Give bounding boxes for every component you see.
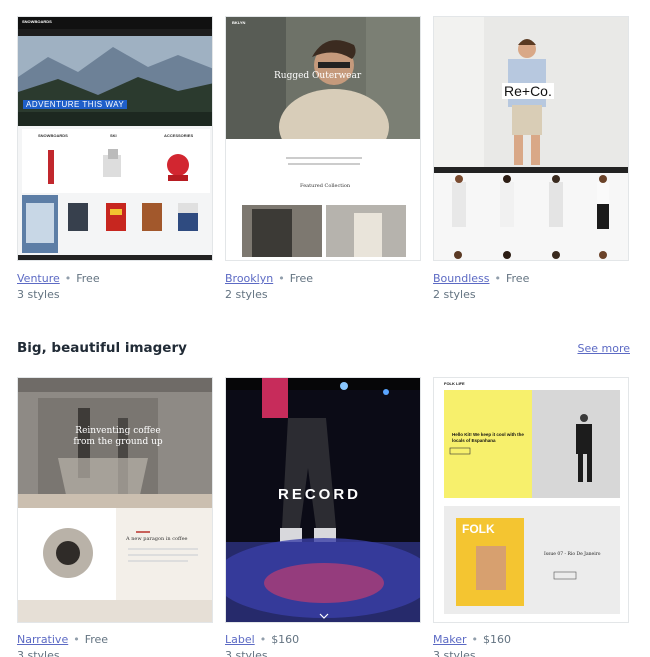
maker-price: $160 [483,633,511,646]
brooklyn-title-line: Brooklyn • Free [225,272,313,286]
venture-hero-text: ADVENTURE THIS WAY [23,100,128,109]
label-styles: 3 styles [225,649,268,657]
separator-dot: • [278,272,285,285]
brooklyn-styles: 2 styles [225,288,268,301]
maker-magazine: FOLK [462,522,495,536]
venture-category-2: SKI [110,133,117,138]
separator-dot: • [73,633,80,646]
narrative-title-line: Narrative • Free [17,633,108,647]
brooklyn-section-text: Featured Collection [300,183,351,189]
venture-brand: SNOWBOARDS [22,19,52,24]
label-price: $160 [271,633,300,646]
narrative-price: Free [84,633,109,646]
narrative-styles: 3 styles [17,649,60,657]
brooklyn-hero-text: Rugged Outerwear [274,71,362,81]
brooklyn-price: Free [289,272,314,285]
maker-headline: Hello Kit! We keep it cool with the loca… [452,432,524,443]
narrative-hero-text: Reinventing coffee from the ground up [73,426,163,447]
maker-issue-text: Issue 07 - Rio De Janeiro [544,552,601,557]
brooklyn-link[interactable]: Brooklyn [225,272,273,285]
separator-dot: • [64,272,72,285]
venture-styles: 3 styles [17,288,60,301]
boundless-styles: 2 styles [433,288,476,301]
separator-dot: • [259,633,267,646]
narrative-link[interactable]: Narrative [17,633,68,646]
venture-price: Free [76,272,100,285]
separator-dot: • [494,272,502,285]
venture-preview-image[interactable]: SNOWBOARDS ADVENTURE THIS WAY SNOWBOARDS… [17,16,213,261]
brooklyn-brand: BKLYN [232,20,246,25]
boundless-title-line: Boundless • Free [433,272,529,286]
venture-category-1: SNOWBOARDS [38,133,68,138]
narrative-sub-text: A new paragon in coffee [126,536,188,542]
maker-preview-image[interactable]: FOLK LIFE Hello Kit! We keep it cool wit… [433,377,629,623]
maker-link[interactable]: Maker [433,633,467,646]
boundless-logo: Re+Co. [502,83,554,99]
maker-styles: 3 styles [433,649,476,657]
narrative-preview-image[interactable]: Reinventing coffee from the ground up A … [17,377,213,623]
boundless-price: Free [506,272,530,285]
venture-category-3: ACCESSORIES [164,133,194,138]
separator-dot: • [471,633,479,646]
brooklyn-preview-image[interactable]: BKLYN Rugged Outerwear Featured Collecti… [225,16,421,261]
label-title-line: Label • $160 [225,633,299,647]
venture-title-line: Venture • Free [17,272,100,286]
see-more-link[interactable]: See more [577,342,630,355]
section-title: Big, beautiful imagery [17,340,187,356]
venture-link[interactable]: Venture [17,272,60,285]
label-link[interactable]: Label [225,633,255,646]
boundless-link[interactable]: Boundless [433,272,490,285]
label-preview-image[interactable]: RECORD [225,377,421,623]
maker-brand: FOLK LIFE [444,381,465,386]
boundless-preview-image[interactable]: Re+Co. [433,16,629,261]
label-hero-text: RECORD [278,486,362,503]
maker-title-line: Maker • $160 [433,633,511,647]
